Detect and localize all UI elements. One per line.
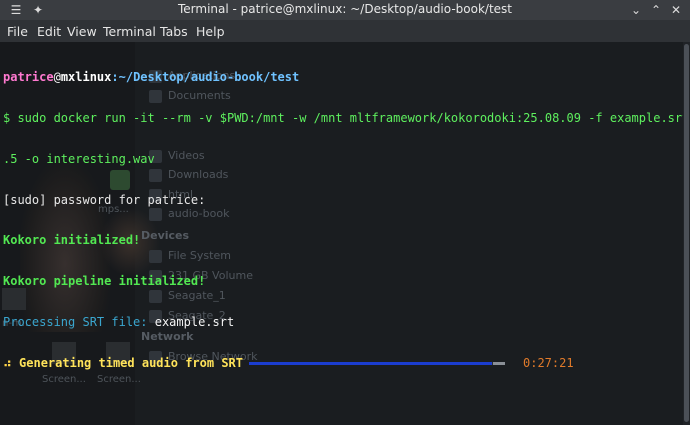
status-line: Kokoro initialized! — [3, 233, 141, 248]
progress-bar — [249, 361, 505, 365]
sudo-prompt: [sudo] password for patrice: — [3, 192, 206, 207]
menu-help[interactable]: Help — [196, 24, 225, 39]
scrollbar[interactable] — [683, 42, 690, 425]
progress-bar-remaining — [493, 361, 505, 365]
close-icon[interactable]: ✕ — [668, 2, 684, 18]
title-bar[interactable]: ☰ ✦ Terminal - patrice@mxlinux: ~/Deskto… — [0, 0, 690, 20]
prompt-line: patrice@mxlinux:~/Desktop/audio-book/tes… — [3, 70, 687, 85]
menu-edit[interactable]: Edit — [37, 24, 61, 39]
menu-view[interactable]: View — [67, 24, 97, 39]
window-title: Terminal - patrice@mxlinux: ~/Desktop/au… — [178, 2, 512, 16]
processing-label: Processing SRT file: — [3, 314, 155, 329]
scrollbar-thumb[interactable] — [684, 44, 689, 422]
processing-line: Processing SRT file: example.srt — [3, 314, 687, 330]
processing-file: example.srt — [154, 314, 235, 329]
terminal-area[interactable]: Applications Documents Videos Downloads … — [0, 42, 690, 425]
terminal-window: ☰ ✦ Terminal - patrice@mxlinux: ~/Deskto… — [0, 0, 690, 425]
elapsed-time: 0:27:21 — [523, 355, 574, 370]
command-line: $ sudo docker run -it --rm -v $PWD:/mnt … — [3, 110, 690, 125]
status-line: Kokoro pipeline initialized! — [3, 274, 206, 289]
terminal-output: patrice@mxlinux:~/Desktop/audio-book/tes… — [3, 44, 690, 397]
progress-line: ⠴ Generating timed audio from SRT 0:27:21 — [3, 355, 687, 371]
prompt-user: patrice — [3, 70, 54, 85]
prompt-host: mxlinux — [60, 70, 112, 85]
spinner-icon: ⠴ — [3, 355, 12, 370]
command-line-wrap: .5 -o interesting.wav — [3, 151, 155, 166]
prompt-at: @ — [53, 70, 61, 85]
menu-tabs[interactable]: Tabs — [160, 24, 188, 39]
prompt-path: :~/Desktop/audio-book/test — [111, 70, 300, 85]
menu-bar: File Edit View Terminal Tabs Help — [0, 20, 690, 42]
minimize-icon[interactable]: ⌄ — [628, 2, 644, 18]
generating-label: Generating timed audio from SRT — [19, 355, 243, 370]
maximize-icon[interactable]: ⌃ — [648, 2, 664, 18]
menu-terminal[interactable]: Terminal — [103, 24, 156, 39]
progress-bar-fill — [249, 361, 493, 365]
menu-file[interactable]: File — [7, 24, 28, 39]
